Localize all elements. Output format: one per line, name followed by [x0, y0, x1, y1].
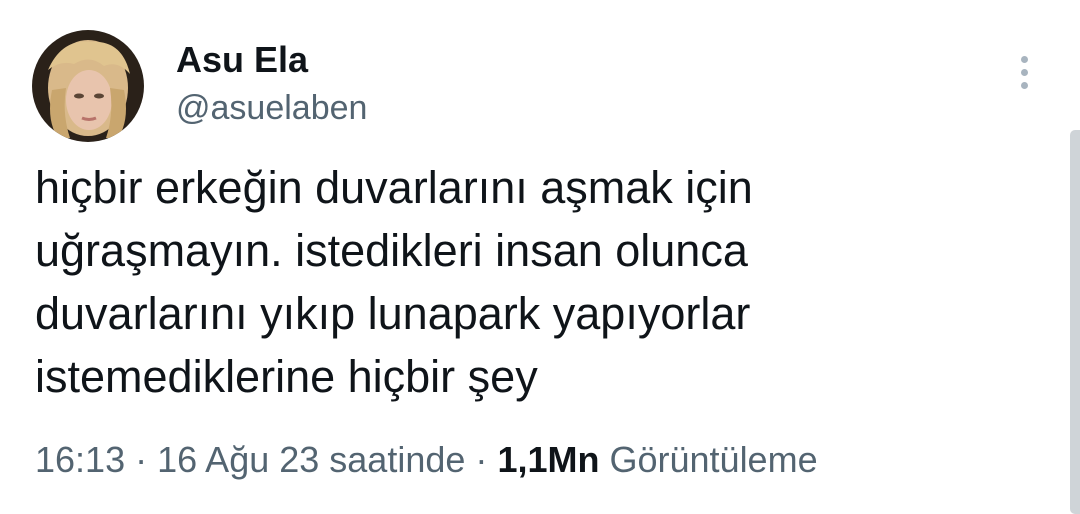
meta-separator: ·	[135, 439, 148, 480]
tweet-date[interactable]: 16 Ağu 23 saatinde	[157, 439, 465, 480]
scrollbar[interactable]	[1070, 130, 1080, 514]
meta-separator: ·	[475, 439, 488, 480]
avatar-image	[32, 30, 144, 142]
views-count[interactable]: 1,1Mn	[497, 439, 599, 480]
tweet-line: hiçbir erkeğin duvarlarını aşmak için	[35, 162, 753, 213]
more-dot	[1020, 56, 1028, 63]
tweet-line: duvarlarını yıkıp lunapark yapıyorlar	[35, 288, 751, 339]
tweet-line: uğraşmayın. istedikleri insan olunca	[35, 225, 748, 276]
avatar[interactable]	[32, 30, 144, 142]
more-dot	[1020, 69, 1028, 76]
tweet-time[interactable]: 16:13	[35, 439, 125, 480]
more-vertical-icon[interactable]	[1012, 56, 1036, 96]
author-handle[interactable]: @asuelaben	[176, 88, 367, 128]
more-dot	[1020, 82, 1028, 89]
tweet-meta: 16:13 · 16 Ağu 23 saatinde · 1,1Mn Görün…	[35, 438, 818, 482]
views-label[interactable]: Görüntüleme	[609, 439, 817, 480]
author-name[interactable]: Asu Ela	[176, 40, 308, 80]
tweet-line: istemediklerine hiçbir şey	[35, 351, 538, 402]
tweet-text: hiçbir erkeğin duvarlarını aşmak için uğ…	[35, 156, 1045, 408]
